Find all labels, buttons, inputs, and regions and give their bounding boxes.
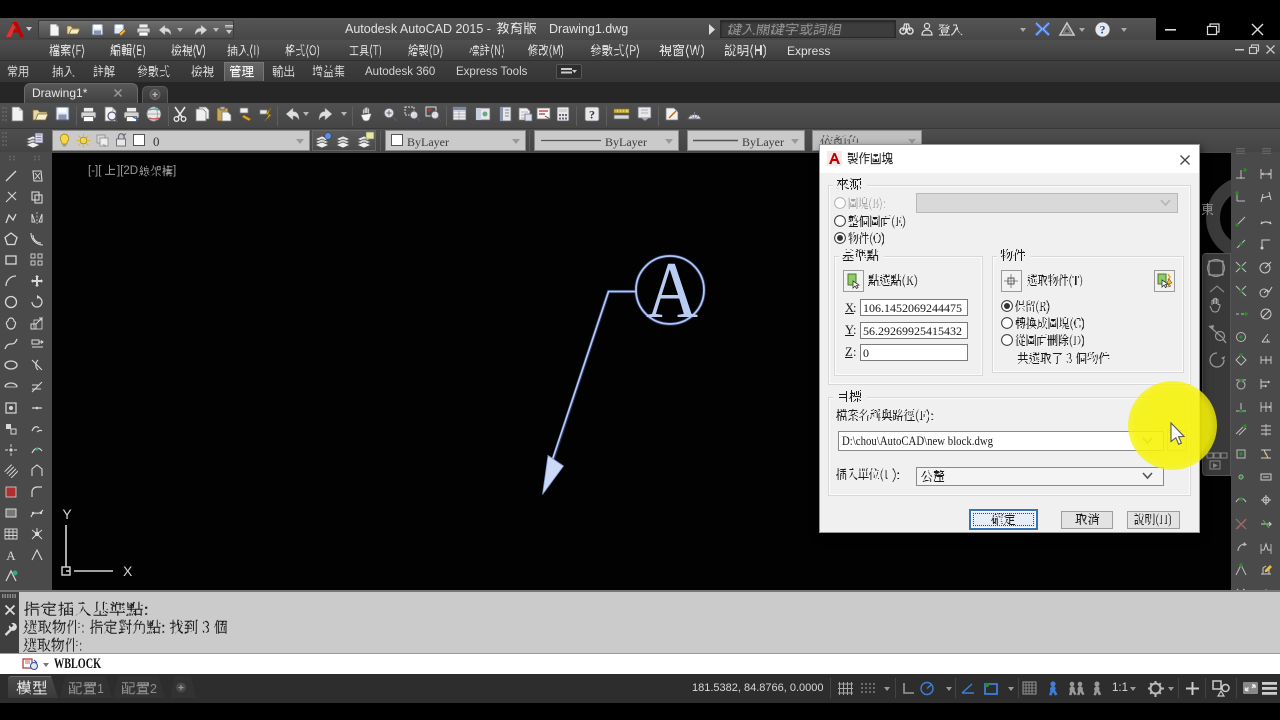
svg-text:X: X xyxy=(123,563,133,579)
svg-text:Y: Y xyxy=(62,506,72,522)
svg-text:?: ? xyxy=(589,108,595,122)
svg-text:A: A xyxy=(646,247,698,325)
svg-text:A: A xyxy=(6,548,16,562)
svg-text:?: ? xyxy=(1100,23,1106,37)
